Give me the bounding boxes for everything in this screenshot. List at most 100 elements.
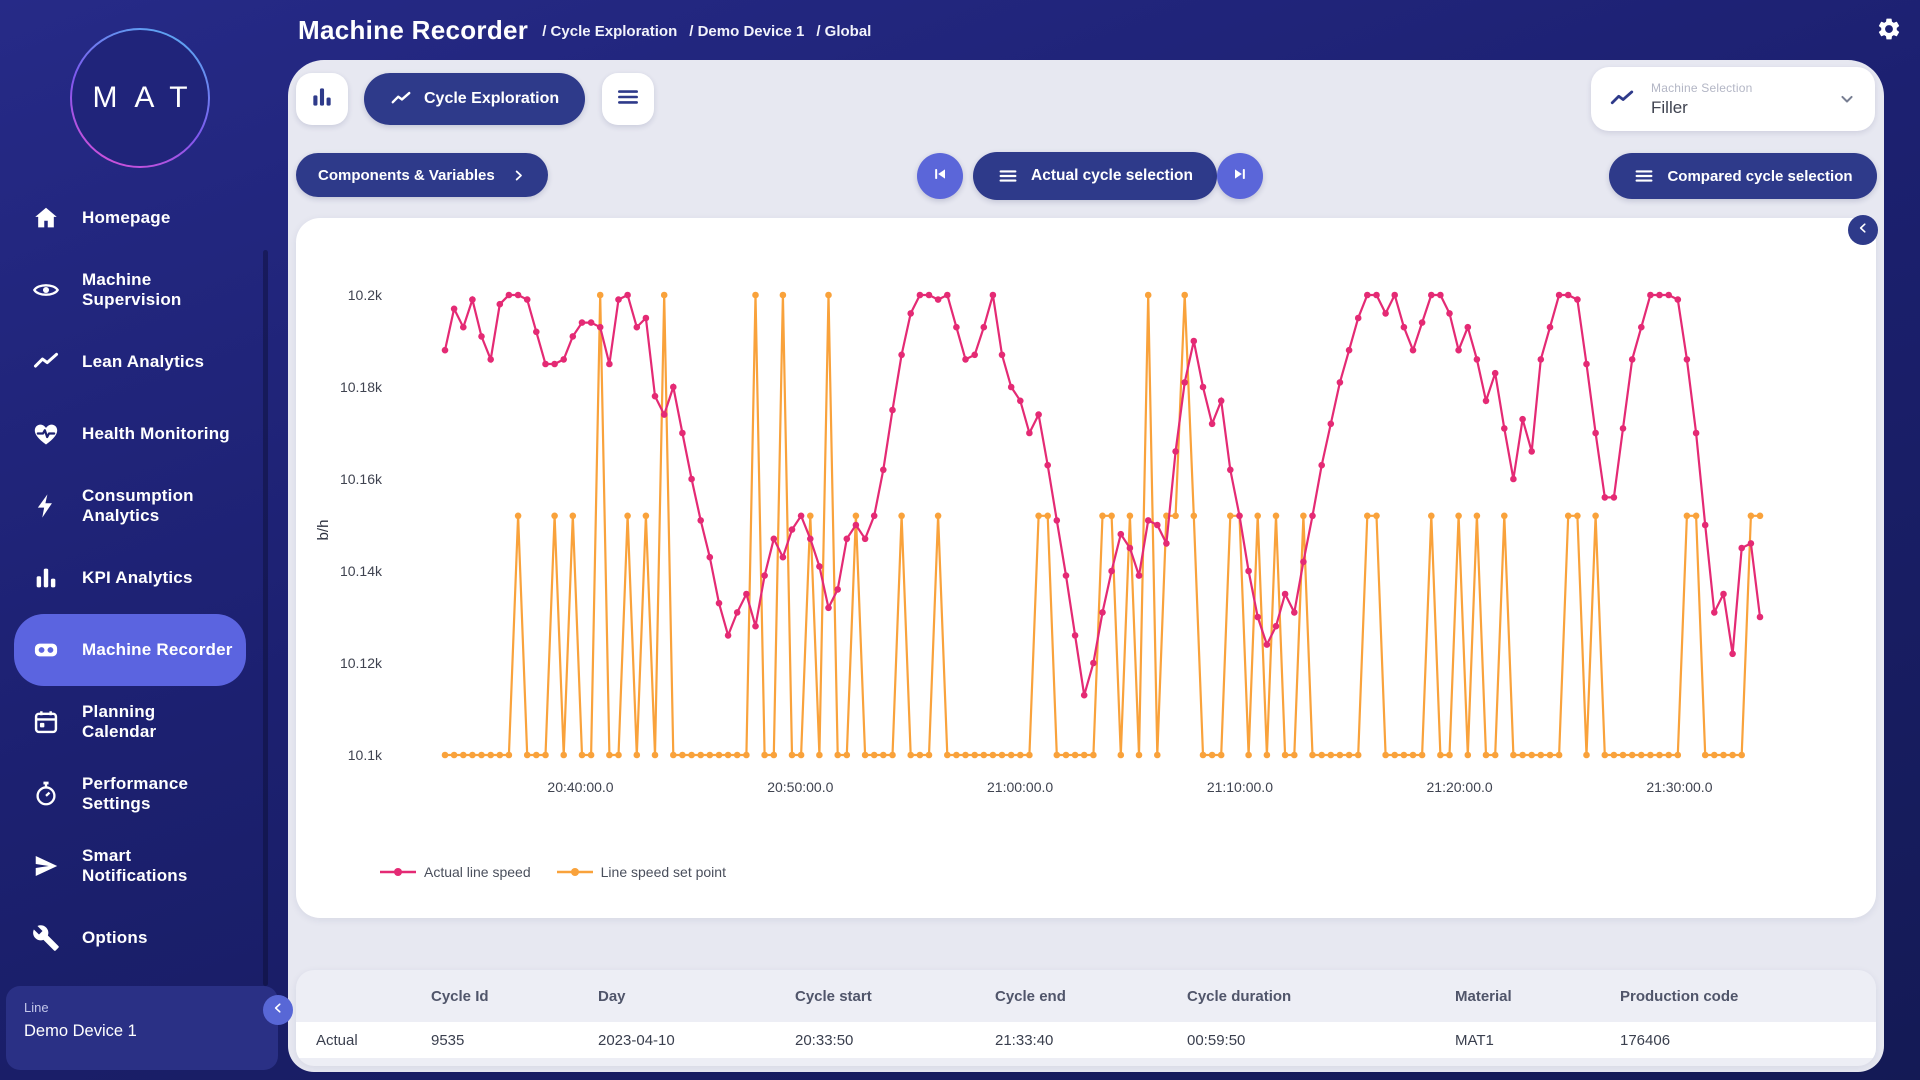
home-icon — [32, 204, 60, 232]
sidebar-item-label: Machine Supervision — [82, 270, 182, 310]
sidebar-item-machine-supervision[interactable]: Machine Supervision — [14, 254, 246, 326]
breadcrumb-item[interactable]: / Global — [816, 23, 871, 40]
sidebar-item-lean-analytics[interactable]: Lean Analytics — [14, 326, 246, 398]
sidebar-item-health-monitoring[interactable]: Health Monitoring — [14, 398, 246, 470]
sidebar-item-homepage[interactable]: Homepage — [14, 182, 246, 254]
menu-icon — [997, 165, 1019, 187]
line-value: Demo Device 1 — [24, 1022, 260, 1041]
sidebar-item-label: Machine Recorder — [82, 640, 233, 660]
actual-cycle-selection-button[interactable]: Actual cycle selection — [973, 152, 1217, 200]
machine-selection-dropdown[interactable]: Machine Selection Filler — [1591, 67, 1875, 131]
svg-text:10.12k: 10.12k — [340, 655, 383, 671]
sidebar-item-consumption-analytics[interactable]: Consumption Analytics — [14, 470, 246, 542]
table-cell-day: 2023-04-10 — [598, 1032, 795, 1049]
components-variables-label: Components & Variables — [318, 167, 495, 184]
table-header-cycle-id: Cycle Id — [431, 988, 598, 1005]
bolt-icon — [32, 492, 60, 520]
sidebar: MAT Homepage Machine Supervision Lean Anal… — [0, 0, 280, 1080]
sidebar-item-label: Options — [82, 928, 148, 948]
bar-view-button[interactable] — [296, 73, 348, 125]
page-header: Machine Recorder / Cycle Exploration/ De… — [298, 0, 871, 60]
app-logo: MAT — [70, 28, 210, 168]
legend-label: Actual line speed — [424, 864, 531, 880]
heart-pulse-icon — [32, 420, 60, 448]
table-header-cycle-start: Cycle start — [795, 988, 995, 1005]
table-row: Actual95352023-04-1020:33:5021:33:4000:5… — [296, 1022, 1876, 1058]
trend-icon — [1609, 86, 1635, 112]
svg-text:21:20:00.0: 21:20:00.0 — [1427, 779, 1493, 795]
sidebar-item-options[interactable]: Options — [14, 902, 246, 974]
svg-text:20:40:00.0: 20:40:00.0 — [547, 779, 613, 795]
svg-text:10.18k: 10.18k — [340, 379, 383, 395]
sidebar-item-label: Smart Notifications — [82, 846, 188, 886]
svg-text:21:10:00.0: 21:10:00.0 — [1207, 779, 1273, 795]
menu-icon — [1633, 165, 1655, 187]
chevron-right-icon — [511, 168, 526, 183]
menu-view-button[interactable] — [602, 73, 654, 125]
machine-selection-value: Filler — [1651, 98, 1752, 118]
components-variables-button[interactable]: Components & Variables — [296, 153, 548, 197]
cycle-chart-card: 10.1k 10.12k 10.14k 10.16k 10.18k 10.2k 20:40:… — [296, 218, 1876, 918]
settings-button[interactable] — [1876, 16, 1902, 42]
sidebar-item-label: Planning Calendar — [82, 702, 156, 742]
breadcrumb-item[interactable]: / Demo Device 1 — [689, 23, 804, 40]
skip-previous-icon — [930, 164, 950, 189]
sidebar-item-label: Homepage — [82, 208, 171, 228]
trend-icon — [32, 348, 60, 376]
table-row-label: Actual — [316, 1032, 431, 1049]
line-selector-card[interactable]: Line Demo Device 1 — [6, 986, 278, 1070]
cycle-info-table: Cycle IdDayCycle startCycle endCycle dur… — [296, 970, 1876, 1066]
table-cell-cycle-duration: 00:59:50 — [1187, 1032, 1455, 1049]
sidebar-item-kpi-analytics[interactable]: KPI Analytics — [14, 542, 246, 614]
line-label: Line — [24, 1000, 260, 1015]
svg-text:20:50:00.0: 20:50:00.0 — [767, 779, 833, 795]
chart-collapse-button[interactable] — [1848, 215, 1878, 245]
sidebar-item-label: KPI Analytics — [82, 568, 193, 588]
table-cell-cycle-start: 20:33:50 — [795, 1032, 995, 1049]
legend-swatch — [557, 866, 593, 878]
sidebar-collapse-button[interactable] — [263, 995, 293, 1025]
table-cell-material: MAT1 — [1455, 1032, 1620, 1049]
sidebar-scrollbar[interactable] — [263, 250, 268, 986]
table-header-material: Material — [1455, 988, 1620, 1005]
sidebar-item-label: Lean Analytics — [82, 352, 204, 372]
breadcrumb-item[interactable]: / Cycle Exploration — [542, 23, 677, 40]
legend-item[interactable]: Actual line speed — [380, 864, 531, 880]
chevron-down-icon — [1837, 89, 1857, 109]
recorder-icon — [32, 636, 60, 664]
sidebar-item-label: Performance Settings — [82, 774, 188, 814]
table-header-cycle-duration: Cycle duration — [1187, 988, 1455, 1005]
eye-icon — [32, 276, 60, 304]
sidebar-item-performance-settings[interactable]: Performance Settings — [14, 758, 246, 830]
bar-chart-icon — [309, 84, 335, 115]
sidebar-item-smart-notifications[interactable]: Smart Notifications — [14, 830, 246, 902]
legend-swatch — [380, 866, 416, 878]
breadcrumb: / Cycle Exploration / Demo Device 1 / Glob… — [542, 23, 871, 40]
send-icon — [32, 852, 60, 880]
gear-icon — [1876, 29, 1902, 46]
table-cell-production-code: 176406 — [1620, 1032, 1876, 1049]
legend-item[interactable]: Line speed set point — [557, 864, 726, 880]
cycle-exploration-tab[interactable]: Cycle Exploration — [364, 73, 585, 125]
svg-text:10.16k: 10.16k — [340, 471, 383, 487]
compared-cycle-selection-button[interactable]: Compared cycle selection — [1609, 153, 1877, 199]
wrench-icon — [32, 924, 60, 952]
compared-cycle-selection-label: Compared cycle selection — [1667, 168, 1852, 185]
table-header-cycle-end: Cycle end — [995, 988, 1187, 1005]
next-cycle-button[interactable] — [1217, 153, 1263, 199]
sidebar-nav: Homepage Machine Supervision Lean Analytic… — [0, 182, 280, 974]
svg-text:10.1k: 10.1k — [348, 747, 383, 763]
sidebar-item-machine-recorder[interactable]: Machine Recorder — [14, 614, 246, 686]
table-header-row: Cycle IdDayCycle startCycle endCycle dur… — [296, 970, 1876, 1022]
svg-text:21:30:00.0: 21:30:00.0 — [1646, 779, 1712, 795]
sidebar-item-label: Consumption Analytics — [82, 486, 194, 526]
svg-text:10.2k: 10.2k — [348, 287, 383, 303]
svg-text:21:00:00.0: 21:00:00.0 — [987, 779, 1053, 795]
svg-text:10.14k: 10.14k — [340, 563, 383, 579]
sidebar-item-planning-calendar[interactable]: Planning Calendar — [14, 686, 246, 758]
previous-cycle-button[interactable] — [917, 153, 963, 199]
main-panel: Cycle Exploration Machine Selection Fill… — [288, 60, 1884, 1072]
line-speed-chart[interactable]: 10.1k 10.12k 10.14k 10.16k 10.18k 10.2k 20:40:… — [296, 218, 1876, 918]
table-cell-cycle-end: 21:33:40 — [995, 1032, 1187, 1049]
skip-next-icon — [1230, 164, 1250, 189]
